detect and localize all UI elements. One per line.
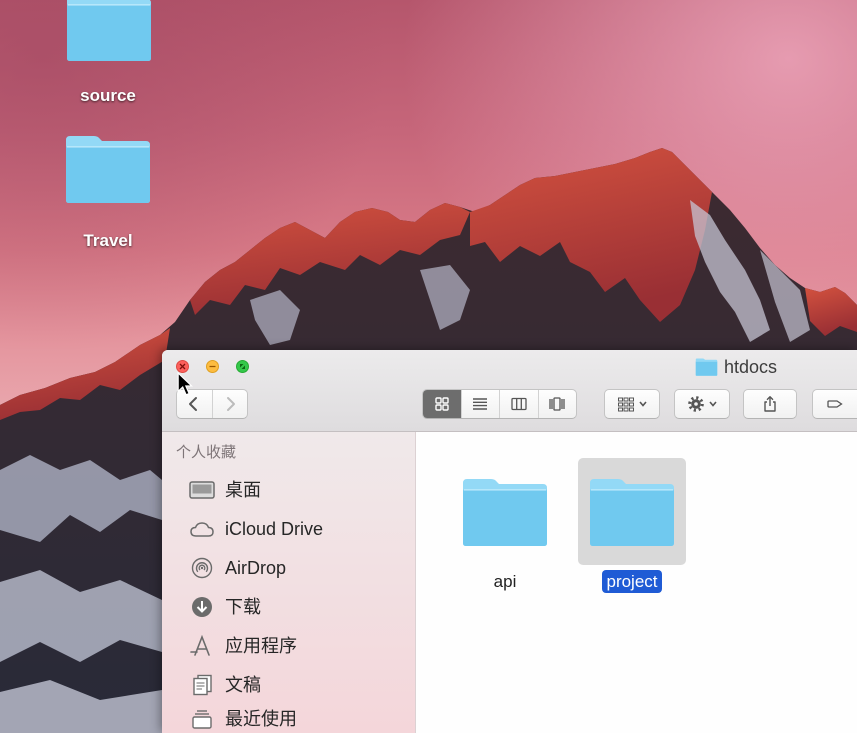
desktop-folder-label[interactable]: source [53,85,163,107]
view-mode-control [422,389,577,419]
icloud-icon [190,521,214,537]
list-view-icon [473,398,488,410]
finder-window: htdocs 个人收藏 桌面 iCloud Drive AirDrop 下载 应… [162,350,857,733]
icon-view-button[interactable] [423,390,461,418]
sidebar-item-airdrop[interactable]: AirDrop [162,548,415,587]
folder-icon [695,358,718,376]
recents-icon [192,710,212,729]
tag-icon [827,400,843,408]
file-name[interactable]: api [490,570,521,593]
file-label-area: project [578,570,686,593]
sidebar-section-title: 个人收藏 [176,444,237,461]
action-button [674,389,730,419]
share-button [743,389,797,419]
sidebar-item-documents[interactable]: 文稿 [162,665,415,704]
share-icon [764,396,776,412]
sidebar-item-icloud-drive[interactable]: iCloud Drive [162,509,415,548]
minimize-icon [209,365,216,368]
cover-flow-icon [549,397,565,411]
file-item-project[interactable]: project [578,458,686,598]
forward-button[interactable] [211,390,248,418]
file-item-api[interactable]: api [451,458,559,598]
folder-icon[interactable] [587,477,677,547]
back-icon [189,397,198,411]
forward-icon [226,397,235,411]
applications-icon [190,634,210,656]
file-icon-area[interactable] [451,458,559,565]
folder-icon[interactable] [64,0,154,62]
window-toolbar: htdocs [162,350,857,432]
file-label-area: api [451,570,559,593]
sidebar-item-label: 最近使用 [225,709,297,729]
tag-menu[interactable] [813,390,857,418]
desktop-folder-label[interactable]: Travel [53,230,163,252]
sidebar-list: 桌面 iCloud Drive AirDrop 下载 应用程序 文稿 最近使用 [162,470,415,733]
window-title: htdocs [724,357,778,377]
desktop-icon [189,480,215,499]
arrange-menu[interactable] [605,390,659,418]
sidebar-item-label: 桌面 [225,479,261,500]
desktop-folder-source[interactable]: source [53,0,163,110]
fullscreen-icon [240,364,245,369]
downloads-icon [192,596,212,617]
sidebar-item-applications[interactable]: 应用程序 [162,626,415,665]
file-name-selected[interactable]: project [602,570,662,593]
action-menu[interactable] [675,390,729,418]
file-icon-area-selected[interactable] [578,458,686,565]
sidebar-item-label: AirDrop [225,557,287,578]
chevron-down-icon [638,401,647,407]
mouse-cursor-icon [177,372,193,396]
chevron-down-icon [708,401,717,407]
arrange-icon [617,397,634,412]
gear-icon [687,396,704,412]
column-view-button[interactable] [499,390,538,418]
sidebar-item-label: 应用程序 [225,635,297,656]
sidebar-item-label: 下载 [225,596,261,617]
sidebar-item-recents[interactable]: 最近使用 [162,704,415,733]
fullscreen-button[interactable] [236,360,249,373]
sidebar-item-label: iCloud Drive [225,518,324,539]
sidebar: 个人收藏 桌面 iCloud Drive AirDrop 下载 应用程序 文稿 … [162,432,416,733]
close-icon [179,363,186,370]
arrange-button [604,389,660,419]
sidebar-item-desktop[interactable]: 桌面 [162,470,415,509]
sidebar-item-downloads[interactable]: 下载 [162,587,415,626]
folder-icon[interactable] [460,477,550,547]
icon-view-icon [435,397,449,411]
tag-button [812,389,857,419]
sidebar-item-label: 文稿 [225,674,261,695]
share-menu[interactable] [744,390,796,418]
folder-icon[interactable] [63,134,153,204]
desktop-folder-travel[interactable]: Travel [53,130,163,250]
cover-flow-button[interactable] [537,390,577,418]
file-browser: api project [416,432,857,733]
minimize-button[interactable] [206,360,219,373]
list-view-button[interactable] [460,390,500,418]
column-view-icon [511,397,527,411]
airdrop-icon [191,557,213,578]
documents-icon [193,674,212,695]
